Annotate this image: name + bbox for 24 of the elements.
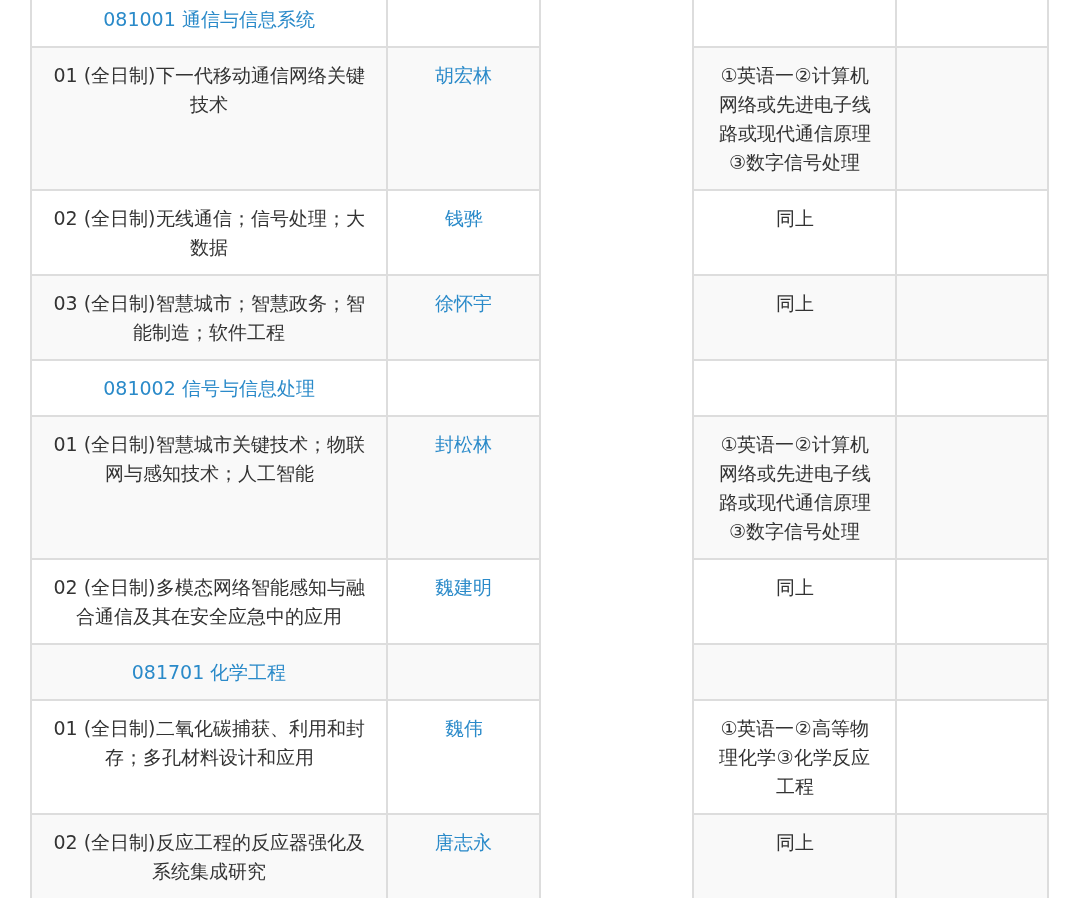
supervisor-link[interactable]: 魏伟 <box>444 717 483 739</box>
discipline-link[interactable]: 081002 信号与信息处理 <box>103 377 315 399</box>
table-cell: ①英语一②高等物理化学③化学反应工程 <box>693 700 896 814</box>
table-cell: 02 (全日制)无线通信；信号处理；大数据 <box>31 190 387 275</box>
table-cell: 01 (全日制)下一代移动通信网络关键技术 <box>31 47 387 190</box>
table-cell: 02 (全日制)多模态网络智能感知与融合通信及其在安全应急中的应用 <box>31 559 387 644</box>
supervisor-link[interactable]: 封松林 <box>435 433 492 455</box>
supervisor-link[interactable]: 魏建明 <box>435 576 492 598</box>
table-cell: 03 (全日制)智慧城市；智慧政务；智能制造；软件工程 <box>31 275 387 360</box>
table-cell: 同上 <box>693 275 896 360</box>
supervisor-link[interactable]: 徐怀宇 <box>435 292 492 314</box>
table-cell: 同上 <box>693 814 896 898</box>
table-cell: 01 (全日制)二氧化碳捕获、利用和封存；多孔材料设计和应用 <box>31 700 387 814</box>
table-cell: 02 (全日制)反应工程的反应器强化及系统集成研究 <box>31 814 387 898</box>
table-cell: ①英语一②计算机网络或先进电子线路或现代通信原理③数字信号处理 <box>693 416 896 559</box>
supervisor-link[interactable]: 胡宏林 <box>435 64 492 86</box>
table-cell: 同上 <box>693 559 896 644</box>
supervisor-link[interactable]: 唐志永 <box>435 831 492 853</box>
table-cell: 01 (全日制)智慧城市关键技术；物联网与感知技术；人工智能 <box>31 416 387 559</box>
discipline-link[interactable]: 081701 化学工程 <box>131 661 287 683</box>
supervisor-link[interactable]: 钱骅 <box>444 207 483 229</box>
discipline-link[interactable]: 081001 通信与信息系统 <box>103 8 315 30</box>
table-cell: ①英语一②计算机网络或先进电子线路或现代通信原理③数字信号处理 <box>693 47 896 190</box>
table-cell: 同上 <box>693 190 896 275</box>
